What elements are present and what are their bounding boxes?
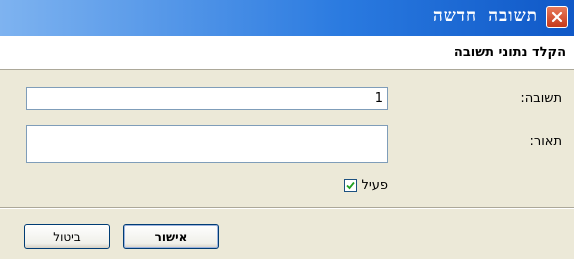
footer-divider (0, 207, 574, 209)
header-instruction: הקלד נתוני תשובה (453, 45, 566, 60)
window-title: תשובה חדשה (432, 6, 538, 26)
description-textarea[interactable] (26, 125, 388, 163)
new-reply-dialog: תשובה חדשה הקלד נתוני תשובה תשובה: 1 תאו… (0, 0, 574, 259)
close-icon (551, 11, 563, 23)
reply-input[interactable]: 1 (26, 87, 388, 110)
active-checkbox[interactable] (344, 179, 358, 192)
close-button[interactable] (546, 6, 568, 28)
header-strip: הקלד נתוני תשובה (0, 36, 574, 70)
description-label: תאור: (529, 134, 563, 149)
active-checkbox-row[interactable]: פעיל (344, 178, 388, 193)
reply-label: תשובה: (520, 91, 562, 106)
ok-button[interactable]: אישור (123, 224, 219, 249)
title-bar[interactable]: תשובה חדשה (0, 0, 574, 36)
checkmark-icon (346, 181, 356, 190)
active-label: פעיל (361, 178, 388, 193)
cancel-button[interactable]: ביטול (24, 224, 110, 249)
